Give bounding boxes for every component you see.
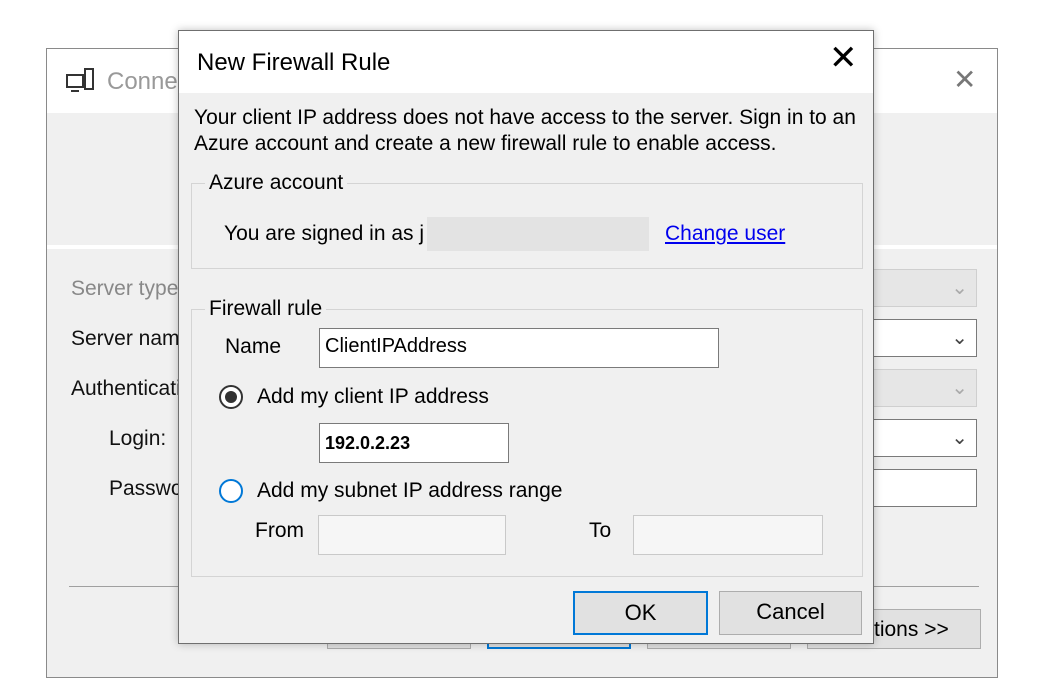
from-label: From: [255, 519, 304, 542]
firewall-rule-legend: Firewall rule: [205, 297, 327, 321]
client-ip-input[interactable]: 192.0.2.23: [319, 423, 509, 463]
server-type-dropdown[interactable]: ⌄: [867, 269, 977, 307]
name-label: Name: [225, 335, 282, 358]
close-icon[interactable]: ✕: [829, 41, 858, 75]
dialog-title: New Firewall Rule: [197, 49, 391, 76]
server-type-label: Server type: [71, 277, 179, 300]
login-dropdown[interactable]: ⌄: [867, 419, 977, 457]
subnet-range-radio[interactable]: [219, 479, 243, 503]
chevron-down-icon: ⌄: [951, 275, 968, 299]
ok-button[interactable]: OK: [573, 591, 708, 635]
window-title: Conne: [107, 68, 178, 95]
server-name-label: Server nam: [71, 327, 180, 350]
password-input[interactable]: [867, 469, 977, 507]
client-ip-option-label: Add my client IP address: [257, 385, 489, 408]
client-ip-radio[interactable]: [219, 385, 243, 409]
new-firewall-rule-dialog: New Firewall Rule ✕ Your client IP addre…: [178, 30, 874, 644]
to-label: To: [589, 519, 612, 542]
rule-name-input[interactable]: ClientIPAddress: [319, 328, 719, 368]
from-ip-input[interactable]: [318, 515, 506, 555]
authentication-dropdown[interactable]: ⌄: [867, 369, 977, 407]
authentication-label: Authenticati: [71, 377, 181, 400]
close-icon[interactable]: ✕: [953, 63, 976, 96]
login-label: Login:: [109, 427, 167, 450]
password-label: Passwo: [109, 477, 183, 500]
chevron-down-icon: ⌄: [951, 325, 968, 349]
change-user-link[interactable]: Change user: [665, 222, 785, 246]
cancel-button[interactable]: Cancel: [719, 591, 862, 635]
chevron-down-icon: ⌄: [951, 375, 968, 399]
to-ip-input[interactable]: [633, 515, 823, 555]
redacted-account-name: [427, 217, 649, 251]
access-message: Your client IP address does not have acc…: [194, 106, 856, 155]
server-name-dropdown[interactable]: ⌄: [867, 319, 977, 357]
signed-in-text: You are signed in as j: [224, 222, 425, 245]
chevron-down-icon: ⌄: [951, 425, 968, 449]
subnet-option-label: Add my subnet IP address range: [257, 479, 563, 502]
server-connect-icon: [66, 68, 94, 92]
azure-account-legend: Azure account: [205, 171, 348, 195]
